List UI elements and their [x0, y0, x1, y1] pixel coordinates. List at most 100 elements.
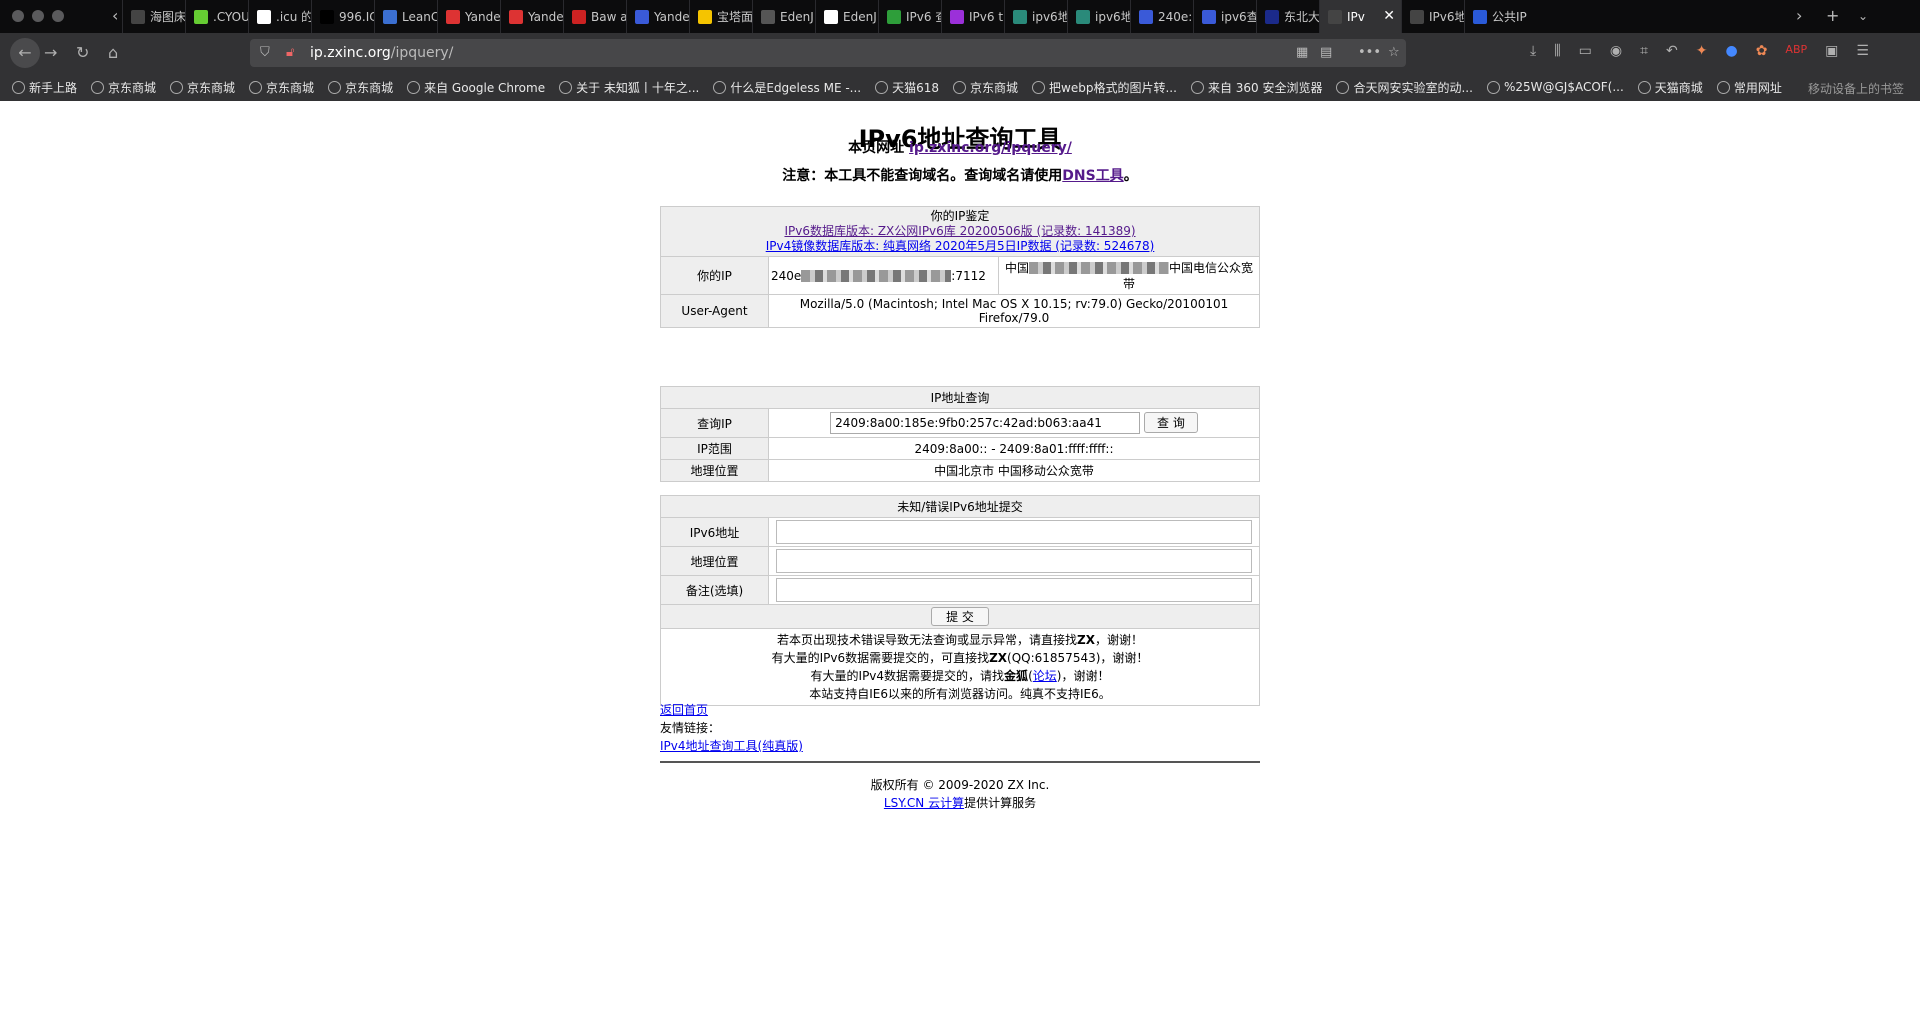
bookmark-item[interactable]: 新手上路 [12, 79, 77, 96]
browser-tab[interactable]: ipv6地 [1004, 0, 1067, 33]
bookmark-label: 来自 Google Chrome [424, 80, 546, 95]
query-ip-input[interactable] [830, 412, 1141, 434]
submit-note-input[interactable] [776, 578, 1252, 602]
window-close-dot[interactable] [12, 10, 24, 22]
lsy-link[interactable]: LSY.CN 云计算 [884, 796, 964, 810]
browser-tab[interactable]: Yande [500, 0, 563, 33]
mobile-bookmarks[interactable]: 移动设备上的书签 [1808, 80, 1904, 97]
tab-label: .icu 的 [276, 10, 311, 24]
bookmark-item[interactable]: 什么是Edgeless ME -... [713, 79, 861, 96]
tab-close-icon[interactable]: ✕ [1383, 8, 1395, 24]
page-url-line: 本页网址 ip.zxinc.org/ipquery/ [0, 137, 1920, 157]
bookmark-label: 京东商城 [266, 80, 315, 95]
browser-tab[interactable]: 240e: [1130, 0, 1193, 33]
tab-label: 240e: [1158, 9, 1193, 24]
bookmark-star-icon[interactable]: ☆ [1388, 45, 1400, 60]
back-home-link[interactable]: 返回首页 [660, 703, 708, 717]
browser-tab[interactable]: LeanC [374, 0, 437, 33]
your-loc-prefix: 中国 [1004, 260, 1029, 275]
bookmark-item[interactable]: 天猫商城 [1637, 79, 1703, 96]
forward-icon[interactable]: → [44, 43, 57, 62]
home-icon[interactable]: ⌂ [108, 43, 118, 62]
browser-tab[interactable]: Yande [626, 0, 689, 33]
browser-tab[interactable]: Yande [437, 0, 500, 33]
browser-tab[interactable]: IPv ✕ [1319, 0, 1401, 33]
extension-undo-icon[interactable]: ↶ [1666, 43, 1678, 59]
page-url-link[interactable]: ip.zxinc.org/ipquery/ [909, 140, 1072, 156]
lock-icon[interactable]: 🔓︎ [286, 45, 294, 60]
browser-tab[interactable]: IPv6 查 [878, 0, 941, 33]
tab-favicon-icon [509, 9, 523, 24]
tab-label: Baw a [591, 9, 626, 24]
bookmark-item[interactable]: 京东商城 [953, 79, 1018, 96]
tab-favicon-icon [446, 9, 460, 24]
download-icon[interactable]: ⤓ [1530, 43, 1536, 59]
lsy-line: LSY.CN 云计算提供计算服务 [883, 796, 1037, 810]
bookmark-item[interactable]: 天猫618 [875, 79, 939, 96]
reload-icon[interactable]: ↻ [76, 43, 89, 62]
browser-tab[interactable]: .icu 的 [248, 0, 311, 33]
browser-tab[interactable]: 宝塔面 [689, 0, 752, 33]
submit-geo-input[interactable] [776, 549, 1252, 573]
back-icon[interactable]: ← [10, 38, 40, 68]
bookmark-item[interactable]: 京东商城 [328, 79, 393, 96]
window-zoom-dot[interactable] [52, 10, 64, 22]
library-icon[interactable]: ⫼ [1554, 43, 1560, 59]
bookmark-label: 天猫商城 [1654, 80, 1703, 95]
shield-icon[interactable]: ⛉ [260, 45, 270, 60]
browser-tab[interactable]: ipv6地 [1067, 0, 1130, 33]
browser-tab[interactable]: EdenJ [815, 0, 878, 33]
ipv6-db-link[interactable]: IPv6数据库版本: ZX公网IPv6库 20200506版 (记录数: 141… [784, 224, 1135, 238]
tabs-scroll-left-icon[interactable]: ‹ [112, 6, 118, 25]
qr-code-icon[interactable]: ▦ [1296, 45, 1308, 60]
bookmark-item[interactable]: %25W@GJ$ACOF(... [1486, 80, 1624, 94]
browser-tab[interactable]: EdenJ [752, 0, 815, 33]
new-tab-icon[interactable]: + [1826, 6, 1839, 25]
submit-ipv6-input[interactable] [776, 520, 1252, 544]
bookmark-item[interactable]: 来自 Google Chrome [407, 79, 545, 96]
tab-label: EdenJ [780, 9, 814, 24]
extension-paw-icon[interactable]: ✿ [1756, 43, 1768, 59]
tab-favicon-icon [1410, 9, 1424, 24]
browser-tab[interactable]: ipv6查 [1193, 0, 1256, 33]
reader-view-icon[interactable]: ▤ [1320, 45, 1332, 60]
dns-tool-link[interactable]: DNS工具 [1062, 168, 1123, 184]
adblock-icon[interactable]: ABP [1785, 43, 1807, 59]
browser-tab[interactable]: 公共IP [1464, 0, 1527, 33]
ipv4-db-link[interactable]: IPv4镜像数据库版本: 纯真网络 2020年5月5日IP数据 (记录数: 52… [766, 239, 1155, 253]
extension-badge-icon[interactable]: ▣ [1825, 43, 1838, 59]
page-url-label: 本页网址 [848, 140, 905, 156]
browser-tab[interactable]: .CYOU [185, 0, 248, 33]
bookmark-globe-icon [559, 80, 573, 94]
tabs-scroll-right-icon[interactable]: › [1796, 6, 1802, 25]
extension-fox-icon[interactable]: ✦ [1696, 43, 1708, 59]
bookmark-item[interactable]: 京东商城 [91, 79, 156, 96]
browser-tab[interactable]: 996.ICU [311, 0, 374, 33]
browser-tab[interactable]: Baw a [563, 0, 626, 33]
submit-button[interactable]: 提 交 [931, 607, 989, 626]
browser-tab[interactable]: IPv6 t [941, 0, 1004, 33]
tab-label: ipv6地 [1095, 10, 1130, 24]
ipv4-tool-link[interactable]: IPv4地址查询工具(纯真版) [660, 739, 803, 753]
page-actions-icon[interactable]: ••• [1358, 45, 1381, 60]
extension-1password-icon[interactable]: ● [1725, 43, 1737, 59]
query-button[interactable]: 查 询 [1144, 412, 1198, 433]
bookmark-item[interactable]: 把webp格式的图片转... [1032, 79, 1177, 96]
window-minimize-dot[interactable] [32, 10, 44, 22]
bookmark-item[interactable]: 京东商城 [170, 79, 235, 96]
address-bar[interactable]: ⛉ 🔓︎ ip.zxinc.org/ipquery/ ▦ ▤ ••• ☆ [250, 39, 1406, 67]
menu-icon[interactable]: ☰ [1856, 43, 1869, 59]
sidebar-icon[interactable]: ▭ [1579, 43, 1592, 59]
bookmark-item[interactable]: 合天网安实验室的动... [1336, 79, 1473, 96]
tab-list-chevron-icon[interactable]: ⌄ [1858, 9, 1868, 23]
browser-tab[interactable]: 海图床 [122, 0, 185, 33]
extension-crop-icon[interactable]: ⌗ [1640, 43, 1648, 59]
browser-tab[interactable]: 东北大 [1256, 0, 1319, 33]
bookmark-item[interactable]: 来自 360 安全浏览器 [1190, 79, 1322, 96]
bookmark-item[interactable]: 关于 未知狐丨十年之... [559, 79, 699, 96]
browser-tab[interactable]: IPv6地 [1401, 0, 1464, 33]
extension-globe-icon[interactable]: ◉ [1610, 43, 1622, 59]
bookmark-item[interactable]: 京东商城 [249, 79, 314, 96]
forum-link[interactable]: 论坛 [1033, 669, 1057, 683]
bookmark-item[interactable]: 常用网址 [1716, 79, 1782, 96]
